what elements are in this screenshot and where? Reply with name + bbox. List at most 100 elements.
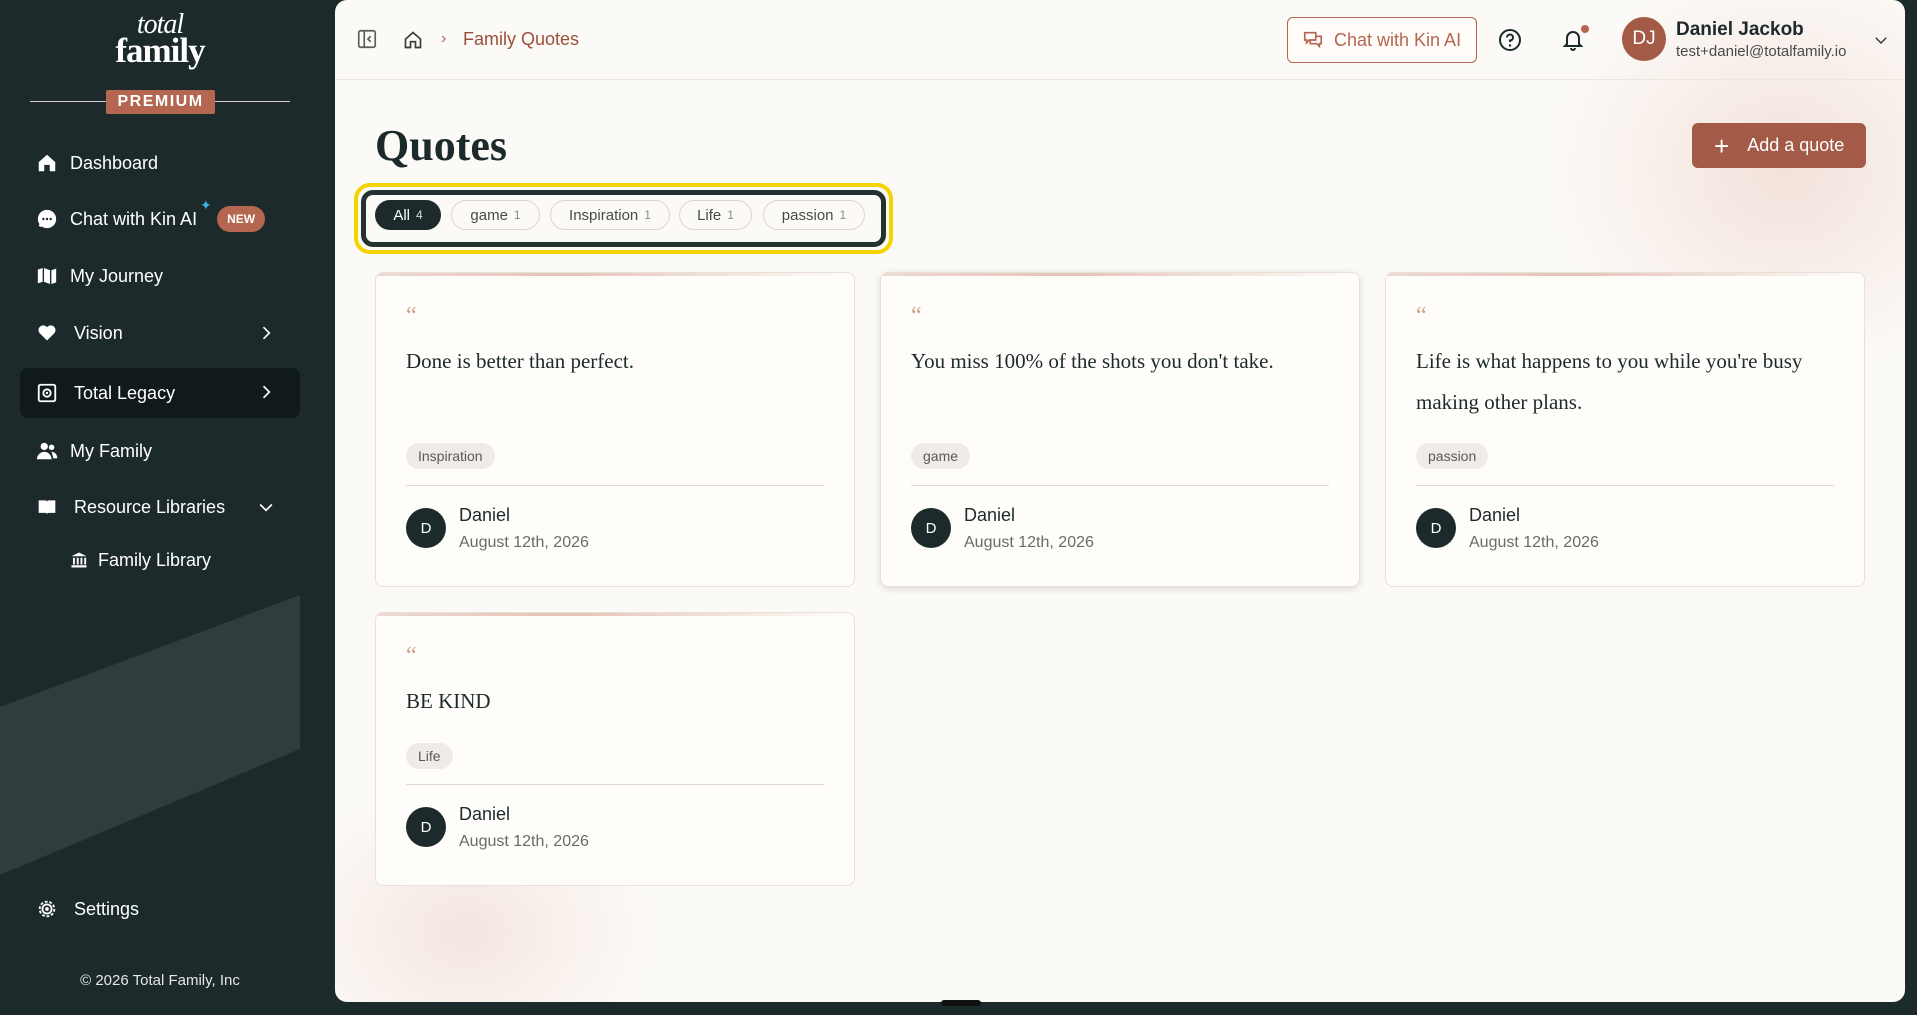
quote-card[interactable]: “ Life is what happens to you while you'… <box>1385 272 1865 587</box>
sidebar-item-label: Dashboard <box>70 152 159 173</box>
sidebar-item-vision[interactable]: Vision <box>20 309 300 357</box>
quote-tag: Life <box>406 743 453 769</box>
sidebar-item-my-family[interactable]: My Family <box>20 427 300 475</box>
chevron-right-icon <box>262 385 271 399</box>
sidebar-subitem-label: Family Library <box>98 549 212 570</box>
bottom-handle[interactable] <box>941 1000 981 1006</box>
chevron-down-icon <box>259 503 273 512</box>
chat-with-kin-ai-button[interactable]: Chat with Kin AI <box>1287 17 1477 63</box>
chip-label: game <box>470 206 508 224</box>
author-avatar: D <box>406 508 446 548</box>
author-name: Daniel <box>459 804 511 824</box>
author-name: Daniel <box>459 505 511 525</box>
sidebar-item-resource-libraries[interactable]: Resource Libraries <box>20 483 300 531</box>
sidebar-item-label: Resource Libraries <box>74 496 226 517</box>
author-avatar: D <box>911 508 951 548</box>
card-divider <box>406 485 824 486</box>
sidebar-item-settings[interactable]: Settings <box>20 885 300 933</box>
filter-chip-passion[interactable]: passion 1 <box>763 200 865 230</box>
user-email: test+daniel@totalfamily.io <box>1676 43 1847 60</box>
user-name[interactable]: Daniel Jackob <box>1676 19 1804 41</box>
help-icon[interactable] <box>1498 28 1522 52</box>
quote-date: August 12th, 2026 <box>964 534 1094 551</box>
chip-count: 1 <box>839 208 847 222</box>
logo[interactable]: total family <box>110 11 210 70</box>
home-icon <box>36 152 58 174</box>
sidebar-item-label: Vision <box>74 322 123 343</box>
sidebar: total family PREMIUM Dashboard Chat with… <box>0 0 335 1015</box>
add-quote-button[interactable]: + Add a quote <box>1692 123 1866 168</box>
quote-date: August 12th, 2026 <box>459 534 589 551</box>
author-name: Daniel <box>964 505 1016 525</box>
sidebar-item-label: Chat with Kin AI <box>70 208 198 229</box>
quote-card[interactable]: “ Done is better than perfect. Inspirati… <box>375 272 855 587</box>
author-avatar: D <box>1416 508 1456 548</box>
filter-chip-life[interactable]: Life 1 <box>679 200 752 230</box>
new-badge: NEW <box>217 206 266 232</box>
copyright: © 2026 Total Family, Inc <box>80 972 240 989</box>
chat-button-label: Chat with Kin AI <box>1334 29 1462 50</box>
plus-icon: + <box>1714 130 1730 161</box>
quote-card[interactable]: “ You miss 100% of the shots you don't t… <box>880 272 1360 587</box>
chip-count: 1 <box>644 208 651 222</box>
sidebar-item-label: Settings <box>74 898 140 919</box>
sidebar-item-label: Total Legacy <box>74 382 176 403</box>
breadcrumb-separator: › <box>441 30 447 47</box>
quote-mark-icon: “ <box>1416 303 1427 329</box>
sidebar-subitem-family-library[interactable]: Family Library <box>70 540 290 580</box>
heart-icon <box>36 322 58 344</box>
add-quote-label: Add a quote <box>1747 135 1845 155</box>
chip-count: 1 <box>727 208 734 222</box>
sidebar-item-chat-with-kin-ai[interactable]: Chat with Kin AI ✦ NEW <box>20 195 300 243</box>
quote-date: August 12th, 2026 <box>1469 534 1599 551</box>
filter-chip-all[interactable]: All 4 <box>375 200 441 230</box>
logo-line2: family <box>115 30 205 70</box>
chip-label: All <box>393 206 410 224</box>
sidebar-item-total-legacy[interactable]: Total Legacy <box>20 368 300 418</box>
user-avatar[interactable]: DJ <box>1622 17 1666 61</box>
chip-label: Inspiration <box>569 206 639 224</box>
breadcrumb-current[interactable]: Family Quotes <box>463 29 579 50</box>
card-divider <box>911 485 1329 486</box>
page-title: Quotes <box>375 121 507 170</box>
filter-chip-inspiration[interactable]: Inspiration 1 <box>550 200 670 230</box>
chip-count: 1 <box>513 208 521 222</box>
home-icon[interactable] <box>401 28 425 52</box>
chip-label: passion <box>781 206 834 224</box>
chat-bubble-icon <box>36 208 58 230</box>
quote-text: Done is better than perfect. <box>406 349 634 373</box>
chevron-right-icon <box>262 326 271 340</box>
quote-text: BE KIND <box>406 689 491 713</box>
quote-mark-icon: “ <box>406 643 417 669</box>
filter-chip-game[interactable]: game 1 <box>451 200 540 230</box>
quote-mark-icon: “ <box>911 303 922 329</box>
sidebar-item-label: My Family <box>70 440 152 461</box>
quote-text: Life is what happens to you while you're… <box>1416 349 1803 414</box>
chat-icon <box>1303 31 1323 49</box>
sidebar-toggle-icon[interactable] <box>355 27 379 51</box>
quote-date: August 12th, 2026 <box>459 833 589 850</box>
topbar: › Family Quotes Chat with Kin AI DJ Dani… <box>335 0 1905 80</box>
quote-mark-icon: “ <box>406 303 417 329</box>
quote-tag: passion <box>1416 443 1489 469</box>
author-name: Daniel <box>1469 505 1521 525</box>
chevron-down-icon[interactable] <box>1869 28 1893 52</box>
gear-icon <box>36 898 58 920</box>
main-content: › Family Quotes Chat with Kin AI DJ Dani… <box>335 0 1905 1002</box>
users-icon <box>36 440 58 462</box>
sidebar-decoration <box>0 595 300 875</box>
safe-icon <box>36 382 58 404</box>
card-divider <box>1416 485 1834 486</box>
quote-text: You miss 100% of the shots you don't tak… <box>911 349 1274 373</box>
book-icon <box>36 496 58 518</box>
sidebar-item-my-journey[interactable]: My Journey <box>20 252 300 300</box>
quote-card[interactable]: “ BE KIND Life D Daniel August 12th, 202… <box>375 612 855 886</box>
sparkle-icon: ✦ <box>200 197 212 213</box>
sidebar-item-dashboard[interactable]: Dashboard <box>20 139 300 187</box>
author-avatar: D <box>406 807 446 847</box>
map-icon <box>36 265 58 287</box>
quote-tag: Inspiration <box>406 443 495 469</box>
chip-count: 4 <box>415 208 423 222</box>
chip-label: Life <box>697 206 722 224</box>
notification-dot <box>1581 25 1589 33</box>
